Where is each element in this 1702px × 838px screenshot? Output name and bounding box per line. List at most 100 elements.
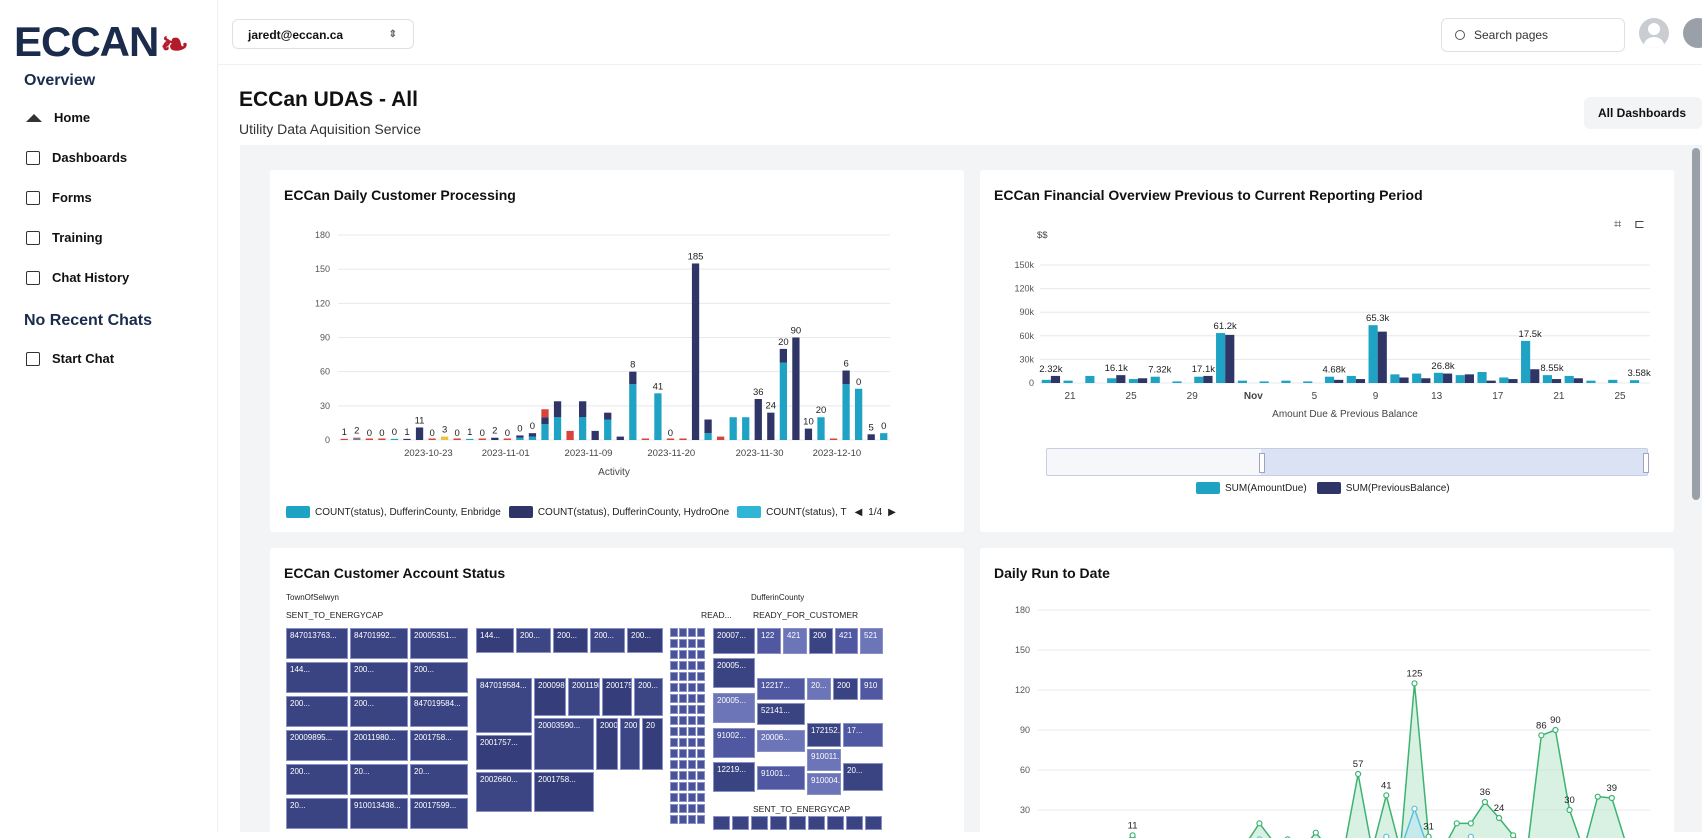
- treemap-cell[interactable]: 12217...: [757, 678, 805, 700]
- treemap-cell[interactable]: 20009895...: [534, 678, 566, 716]
- treemap-cell[interactable]: [688, 815, 696, 824]
- treemap-cell[interactable]: [679, 771, 687, 780]
- search-input[interactable]: Search pages: [1441, 18, 1625, 52]
- treemap-cell[interactable]: 200...: [627, 628, 663, 653]
- legend-entry[interactable]: COUNT(status), T: [766, 507, 846, 518]
- sidebar-item-home[interactable]: Home: [26, 110, 90, 125]
- treemap-cell[interactable]: [670, 738, 678, 747]
- treemap-cell[interactable]: 200...: [350, 662, 408, 693]
- treemap-cell[interactable]: [697, 793, 705, 802]
- treemap-cell[interactable]: 20005351...: [410, 628, 468, 659]
- treemap-cell[interactable]: 20...: [350, 764, 408, 795]
- treemap-cell[interactable]: [679, 727, 687, 736]
- legend-entry[interactable]: SUM(AmountDue): [1225, 483, 1307, 494]
- treemap-cell[interactable]: [697, 727, 705, 736]
- treemap-cell[interactable]: [688, 716, 696, 725]
- treemap-cell[interactable]: [670, 815, 678, 824]
- treemap-cell[interactable]: [679, 661, 687, 670]
- treemap-cell[interactable]: [789, 816, 806, 830]
- treemap-cell[interactable]: [846, 816, 863, 830]
- treemap-cell[interactable]: 2001758...: [410, 730, 468, 761]
- treemap-cell[interactable]: 2001758...: [602, 678, 632, 716]
- treemap-cell[interactable]: [679, 694, 687, 703]
- treemap-cell[interactable]: 20011980...: [350, 730, 408, 761]
- treemap-cell[interactable]: 17...: [843, 723, 883, 747]
- treemap-cell[interactable]: [679, 793, 687, 802]
- treemap-cell[interactable]: [670, 705, 678, 714]
- treemap-cell[interactable]: [827, 816, 844, 830]
- treemap-cell[interactable]: [679, 683, 687, 692]
- treemap-cell[interactable]: 20: [642, 718, 663, 770]
- treemap-cell[interactable]: 20006...: [757, 730, 805, 752]
- treemap-cell[interactable]: [697, 804, 705, 813]
- treemap-cell[interactable]: 122: [757, 628, 781, 654]
- data-zoom-slider[interactable]: [1046, 448, 1649, 476]
- treemap-cell[interactable]: [697, 694, 705, 703]
- treemap-cell[interactable]: 847019584...: [410, 696, 468, 727]
- treemap-cell[interactable]: [670, 804, 678, 813]
- treemap-cell[interactable]: 200...: [410, 662, 468, 693]
- treemap-cell[interactable]: 84701992...: [350, 628, 408, 659]
- treemap-cell[interactable]: [697, 628, 705, 637]
- treemap-cell[interactable]: 20...: [843, 763, 883, 791]
- treemap-cell[interactable]: 20...: [807, 678, 831, 700]
- treemap-cell[interactable]: [679, 672, 687, 681]
- treemap-cell[interactable]: [688, 683, 696, 692]
- sidebar-item-training[interactable]: Training: [26, 230, 103, 245]
- treemap-cell[interactable]: [679, 749, 687, 758]
- treemap-cell[interactable]: 12219...: [713, 762, 755, 792]
- legend-next-icon[interactable]: ▶: [888, 507, 896, 518]
- treemap-cell[interactable]: [670, 782, 678, 791]
- treemap-cell[interactable]: [697, 705, 705, 714]
- treemap-cell[interactable]: 200...: [286, 764, 348, 795]
- treemap-cell[interactable]: [697, 760, 705, 769]
- treemap-cell[interactable]: 910004...: [807, 773, 841, 795]
- treemap-cell[interactable]: [688, 738, 696, 747]
- treemap-cell[interactable]: [770, 816, 787, 830]
- treemap-cell[interactable]: 910011...: [807, 749, 841, 771]
- treemap-cell[interactable]: 847019584...: [476, 678, 532, 733]
- treemap-cell[interactable]: [679, 804, 687, 813]
- treemap-cell[interactable]: 421: [783, 628, 807, 654]
- treemap-cell[interactable]: [751, 816, 768, 830]
- treemap-cell[interactable]: 421: [835, 628, 858, 654]
- treemap-cell[interactable]: 200...: [286, 696, 348, 727]
- treemap-cell[interactable]: [679, 628, 687, 637]
- treemap-cell[interactable]: [697, 683, 705, 692]
- treemap-cell[interactable]: [670, 793, 678, 802]
- treemap-cell[interactable]: [679, 650, 687, 659]
- treemap-cell[interactable]: [688, 760, 696, 769]
- treemap-cell[interactable]: [688, 804, 696, 813]
- treemap-cell[interactable]: [688, 793, 696, 802]
- treemap-cell[interactable]: [688, 771, 696, 780]
- treemap-cell[interactable]: [670, 771, 678, 780]
- treemap-cell[interactable]: 521: [860, 628, 883, 654]
- start-chat-button[interactable]: Start Chat: [26, 351, 114, 366]
- treemap-cell[interactable]: 2000804...: [596, 718, 618, 770]
- treemap-cell[interactable]: [697, 716, 705, 725]
- treemap-cell[interactable]: [688, 782, 696, 791]
- treemap-cell[interactable]: [670, 727, 678, 736]
- avatar[interactable]: [1639, 18, 1669, 48]
- treemap-cell[interactable]: [688, 727, 696, 736]
- treemap-cell[interactable]: 20005...: [713, 658, 755, 688]
- treemap-cell[interactable]: 200: [833, 678, 858, 700]
- treemap-cell[interactable]: 20003590...: [534, 718, 594, 770]
- treemap-cell[interactable]: [697, 639, 705, 648]
- treemap-cell[interactable]: 52141...: [757, 703, 805, 725]
- treemap-cell[interactable]: [697, 650, 705, 659]
- treemap-cell[interactable]: [697, 672, 705, 681]
- treemap-cell[interactable]: [679, 705, 687, 714]
- treemap-cell[interactable]: 20007...: [713, 628, 755, 654]
- treemap-cell[interactable]: 144...: [286, 662, 348, 693]
- treemap-cell[interactable]: [679, 760, 687, 769]
- treemap-cell[interactable]: [688, 650, 696, 659]
- treemap-cell[interactable]: [679, 738, 687, 747]
- treemap-cell[interactable]: [808, 816, 825, 830]
- slider-handle[interactable]: [1259, 453, 1265, 473]
- treemap-cell[interactable]: 20009895...: [286, 730, 348, 761]
- sidebar-item-dashboards[interactable]: Dashboards: [26, 150, 127, 165]
- treemap-cell[interactable]: [670, 683, 678, 692]
- treemap-cell[interactable]: [688, 661, 696, 670]
- treemap-cell[interactable]: 20017599...: [410, 798, 468, 829]
